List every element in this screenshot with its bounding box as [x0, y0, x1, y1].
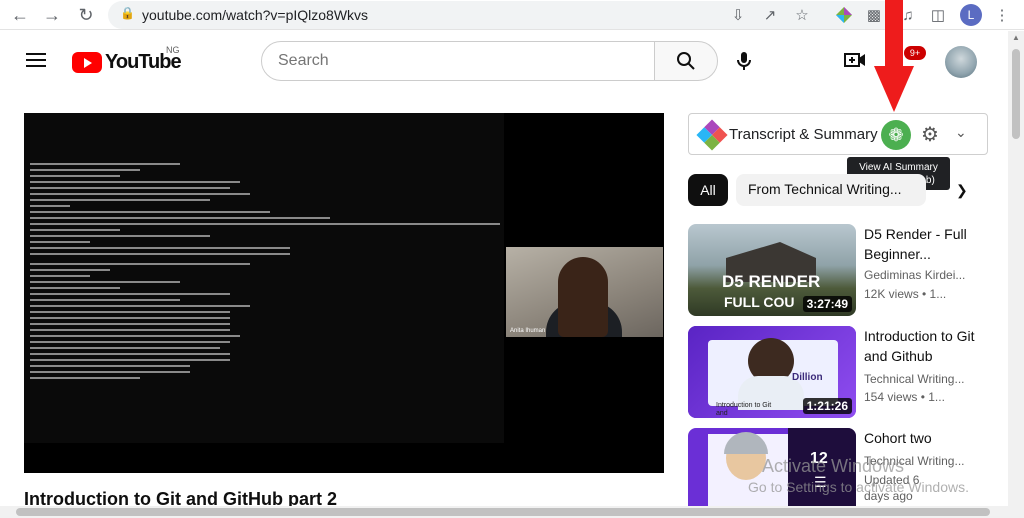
activate-windows-title: Activate Windows	[762, 456, 905, 476]
recommendation-title[interactable]: Introduction to Git and Github	[864, 326, 984, 366]
video-meta: 12K views • 1...	[864, 287, 947, 301]
search-placeholder: Search	[278, 52, 329, 69]
lock-icon: 🔒	[120, 6, 135, 20]
horizontal-scroll-thumb[interactable]	[16, 508, 990, 516]
video-thumbnail[interactable]: Dillion Introduction to Git and 1:21:26	[688, 326, 856, 418]
youtube-header: YouTube NG Search 9+	[0, 31, 1008, 89]
extension-logo-icon	[696, 119, 728, 151]
video-meta: 154 views • 1...	[864, 390, 945, 404]
recommendation-title[interactable]: Cohort two	[864, 428, 984, 448]
search-button[interactable]	[654, 41, 718, 81]
recommendation-title[interactable]: D5 Render - Full Beginner...	[864, 224, 984, 264]
extension-title: Transcript & Summary	[729, 126, 878, 143]
vertical-scrollbar[interactable]: ▲	[1008, 31, 1024, 518]
menu-kebab-icon[interactable]: ⋮	[992, 5, 1012, 25]
channel-name[interactable]: Technical Writing...	[864, 372, 964, 386]
thumbnail-name: Dillion	[792, 372, 823, 383]
country-code: NG	[166, 45, 180, 55]
back-arrow-icon[interactable]: ←	[8, 3, 32, 27]
extension-diamond-icon[interactable]	[834, 5, 854, 25]
forward-arrow-icon[interactable]: →	[40, 3, 64, 27]
video-duration: 3:27:49	[802, 296, 852, 312]
reload-icon[interactable]: ↻	[74, 3, 98, 27]
youtube-logo[interactable]: YouTube	[72, 51, 182, 73]
thumbnail-text: D5 RENDER	[722, 272, 821, 291]
profile-avatar[interactable]: L	[960, 4, 982, 26]
url-text: youtube.com/watch?v=pIQlzo8Wkvs	[142, 7, 369, 23]
browser-toolbar: ← → ↻ 🔒 youtube.com/watch?v=pIQlzo8Wkvs …	[0, 0, 1024, 30]
scroll-up-icon[interactable]: ▲	[1012, 33, 1020, 42]
recommendation-item[interactable]: D5 RENDER FULL COU 3:27:49 D5 Render - F…	[688, 224, 988, 316]
search-input[interactable]: Search	[261, 41, 655, 81]
side-panel-icon[interactable]: ◫	[928, 5, 948, 25]
recommendation-item[interactable]: Dillion Introduction to Git and 1:21:26 …	[688, 326, 988, 418]
chip-technical-writing[interactable]: From Technical Writing...	[736, 174, 926, 206]
video-player[interactable]: Anita Ihuman	[24, 113, 664, 473]
chip-all[interactable]: All	[688, 174, 728, 206]
tooltip-line1: View AI Summary	[859, 162, 938, 173]
create-video-icon[interactable]	[844, 51, 866, 69]
youtube-play-logo-icon	[72, 51, 102, 73]
horizontal-scrollbar[interactable]	[0, 506, 1008, 518]
webcam-overlay: Anita Ihuman	[506, 247, 663, 337]
install-icon[interactable]: ⇩	[728, 5, 748, 25]
thumbnail-subtext: FULL COU	[724, 294, 795, 310]
microphone-icon[interactable]	[732, 49, 756, 73]
vertical-scroll-thumb[interactable]	[1012, 49, 1020, 139]
hamburger-menu-icon[interactable]	[26, 53, 46, 67]
webcam-label: Anita Ihuman	[510, 328, 546, 334]
chevron-down-icon[interactable]: ⌄	[955, 124, 967, 141]
activate-windows-subtitle: Go to Settings to activate Windows.	[748, 479, 969, 495]
red-arrow-annotation	[874, 0, 914, 112]
thumbnail-caption: Introduction to Git and	[716, 402, 772, 417]
transcript-summary-extension[interactable]: Transcript & Summary ❁ ⚙ ⌄	[688, 113, 988, 155]
user-avatar[interactable]	[945, 46, 977, 78]
share-icon[interactable]: ↗	[760, 5, 780, 25]
gear-icon[interactable]: ⚙	[919, 123, 941, 146]
video-thumbnail[interactable]: D5 RENDER FULL COU 3:27:49	[688, 224, 856, 316]
terminal-screen	[24, 113, 504, 443]
chevron-right-icon[interactable]: ❯	[956, 182, 968, 199]
search-icon	[677, 52, 695, 70]
address-bar[interactable]: 🔒 youtube.com/watch?v=pIQlzo8Wkvs ⇩ ↗ ☆	[108, 1, 898, 29]
channel-name[interactable]: Gediminas Kirdei...	[864, 268, 965, 282]
video-duration: 1:21:26	[802, 398, 852, 414]
ai-summary-icon[interactable]: ❁	[881, 120, 911, 150]
bookmark-star-icon[interactable]: ☆	[792, 5, 812, 25]
